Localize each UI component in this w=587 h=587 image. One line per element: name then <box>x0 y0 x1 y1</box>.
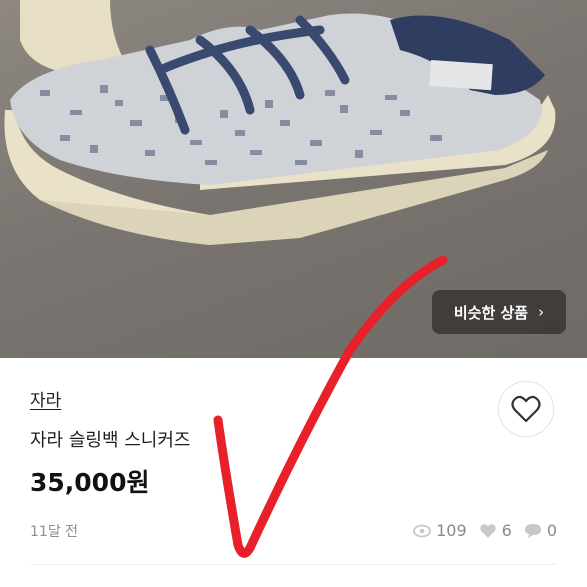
chats-count: 0 <box>546 521 557 540</box>
chats-stat: 0 <box>524 521 557 540</box>
chevron-right-icon: › <box>538 303 545 321</box>
heart-outline-icon <box>511 395 541 423</box>
chat-bubble-icon <box>524 523 541 538</box>
likes-count: 6 <box>501 521 512 540</box>
likes-stat: 6 <box>479 521 512 540</box>
views-stat: 109 <box>413 521 467 540</box>
similar-products-button[interactable]: 비슷한 상품 › <box>432 290 566 334</box>
eye-icon <box>413 524 431 537</box>
posted-time: 11달 전 <box>30 524 79 540</box>
product-title: 자라 슬링백 스니커즈 <box>30 430 191 451</box>
divider <box>30 564 557 565</box>
product-info-panel: 자라 자라 슬링백 스니커즈 35,000원 11달 전 109 6 0 <box>0 358 587 587</box>
brand-link[interactable]: 자라 <box>30 386 61 411</box>
product-price: 35,000원 <box>30 468 150 497</box>
product-stats: 109 6 0 <box>413 521 557 540</box>
like-button[interactable] <box>498 381 554 437</box>
heart-icon <box>479 523 496 538</box>
views-count: 109 <box>436 521 467 540</box>
similar-products-label: 비슷한 상품 <box>453 303 529 322</box>
product-photo[interactable]: 비슷한 상품 › <box>0 0 587 358</box>
